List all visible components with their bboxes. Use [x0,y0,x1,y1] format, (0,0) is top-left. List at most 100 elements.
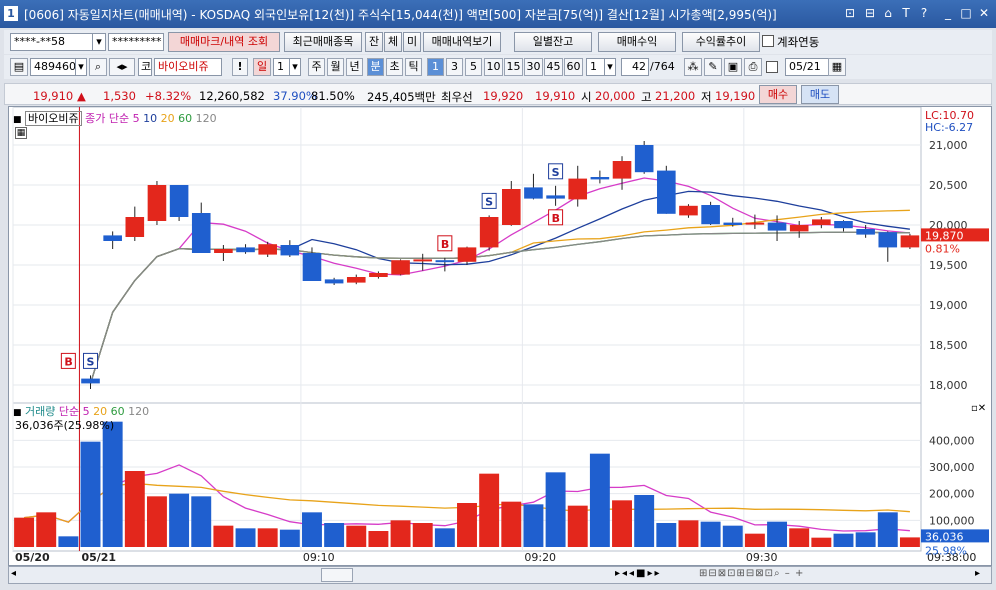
password-field[interactable]: ********* [108,33,164,51]
interval-dropdown-icon[interactable]: ▾ [604,58,616,76]
ma120-legend[interactable]: 120 [196,112,217,125]
stock-name-field[interactable]: 바이오비쥬 [154,58,222,76]
volume-bar [80,441,101,547]
buy-button[interactable]: 매수 [759,85,797,104]
grid-toggle-icon[interactable]: ▦ [15,127,27,139]
pin-icon[interactable]: ⌂ [880,6,896,21]
ma20-legend[interactable]: 20 [161,112,175,125]
candle-body [236,247,255,253]
minute-60-button[interactable]: 60 [564,58,583,76]
price-legend: ■ 바이오비쥬 종가 단순 5 10 20 60 120 [13,111,217,126]
price-axis-label: 18,500 [929,339,968,352]
candle-body [214,249,233,253]
chart-menu-icon[interactable]: ▤ [10,58,28,76]
period-week-button[interactable]: 주 [308,58,325,76]
vol-ma120-legend[interactable]: 120 [128,405,149,418]
stock-code-field[interactable]: 489460 [30,58,76,76]
hc-label: HC:-6.27 [925,121,974,134]
recent-trades-button[interactable]: 최근매매종목 [284,32,362,52]
total-count-label: /764 [650,60,675,73]
price-axis-label: 20,500 [929,179,968,192]
period-second-button[interactable]: 초 [386,58,403,76]
trade-mark-query-button[interactable]: 매매마크/내역 조회 [168,32,280,52]
trade-profit-button[interactable]: 매매수익 [598,32,676,52]
period-minute-button[interactable]: 분 [367,58,384,76]
candle-body [878,232,898,248]
minimize-button[interactable]: _ [940,6,956,21]
search-icon[interactable]: ⌕ [89,58,107,76]
account-dropdown-icon[interactable]: ▾ [92,33,106,51]
price-axis-label: 21,000 [929,139,968,152]
minute-10-button[interactable]: 10 [484,58,503,76]
candle-body [103,235,122,241]
trade-history-button[interactable]: 매매내역보기 [423,32,501,52]
candle-body [524,187,543,199]
volume-bar [14,517,35,547]
period-tick-button[interactable]: 틱 [405,58,422,76]
draw-tool-icon[interactable]: ✎ [704,58,722,76]
date-checkbox[interactable] [766,61,778,73]
balance-button[interactable]: 잔 [365,32,383,52]
price-change: 1,530 [103,89,136,103]
unexecuted-button[interactable]: 미 [403,32,421,52]
chart-scrollbar[interactable]: ◂ ▸◂◂■▸▸ ⊞⊟⊠⊡⊞⊟⊠⊡⌕ – + ▸ [8,566,992,584]
ma60-legend[interactable]: 60 [178,112,192,125]
font-icon[interactable]: T [898,6,914,21]
time-axis-label: 05/21 [81,551,116,564]
account-link-checkbox[interactable] [762,35,774,47]
help-icon[interactable]: ? [916,6,932,21]
stock-name-legend[interactable]: 바이오비쥬 [25,111,82,126]
executed-button[interactable]: 체 [384,32,402,52]
minute-1-button[interactable]: 1 [427,58,444,76]
playback-controls[interactable]: ▸◂◂■▸▸ [615,568,662,579]
code-dropdown-icon[interactable]: ▾ [75,58,87,76]
volume-bar [855,532,876,547]
close-button[interactable]: ✕ [976,6,992,21]
maximize-button[interactable]: □ [958,6,974,21]
ma5-legend[interactable]: 5 [133,112,140,125]
volume-bar [213,525,234,547]
save-icon[interactable]: ▣ [724,58,742,76]
volume-bar [877,512,898,547]
volume-axis-label: 200,000 [929,488,975,501]
zoom-tools[interactable]: ⊞⊟⊠⊡⊞⊟⊠⊡⌕ – + [699,568,804,579]
candle-body [479,217,499,248]
date-field[interactable]: 05/21 [785,58,829,76]
prev-next-icon[interactable]: ◂▸ [109,58,135,76]
alert-icon[interactable]: ! [232,58,248,76]
volume-panel-controls[interactable]: ▫✕ [971,403,986,414]
daily-balance-button[interactable]: 일별잔고 [514,32,592,52]
chart-panel[interactable]: SBSSBB 21,000 20,500 20,000 19,500 19,000 18,… [8,106,992,566]
window-list-icon[interactable]: ⊟ [862,6,878,21]
period-dropdown-icon[interactable]: ▾ [289,58,301,76]
scroll-thumb[interactable] [321,568,353,582]
minute-45-button[interactable]: 45 [544,58,563,76]
candle-body [457,247,477,262]
period-day-button[interactable]: 일 [253,58,271,76]
minute-15-button[interactable]: 15 [504,58,523,76]
account-field[interactable]: ****-**58 [10,33,94,51]
volume-bar [523,504,544,547]
scroll-left-icon[interactable]: ◂ [11,568,23,582]
scroll-right-icon[interactable]: ▸ [975,568,980,579]
volume-bar [257,528,278,547]
profit-trend-button[interactable]: 수익률추이 [682,32,760,52]
minute-30-button[interactable]: 30 [524,58,543,76]
sell-button[interactable]: 매도 [801,85,839,104]
high-price: 21,200 [655,89,696,103]
period-year-button[interactable]: 년 [346,58,363,76]
ma10-legend[interactable]: 10 [143,112,157,125]
interval-field[interactable]: 1 [586,58,606,76]
best-ask: 19,920 [483,89,524,103]
minute-3-button[interactable]: 3 [446,58,463,76]
link-icon[interactable]: ⊡ [842,6,858,21]
count-field[interactable]: 42 [621,58,649,76]
minute-5-button[interactable]: 5 [465,58,482,76]
period-month-button[interactable]: 월 [327,58,344,76]
calendar-icon[interactable]: ▦ [828,58,846,76]
print-icon[interactable]: ⎙ [744,58,762,76]
candle-body [568,178,588,200]
indicator-icon[interactable]: ⁂ [684,58,702,76]
candle-body [191,213,211,253]
price-volume-chart[interactable]: SBSSBB 21,00020,50020,00019,50019,00018,… [9,107,993,567]
